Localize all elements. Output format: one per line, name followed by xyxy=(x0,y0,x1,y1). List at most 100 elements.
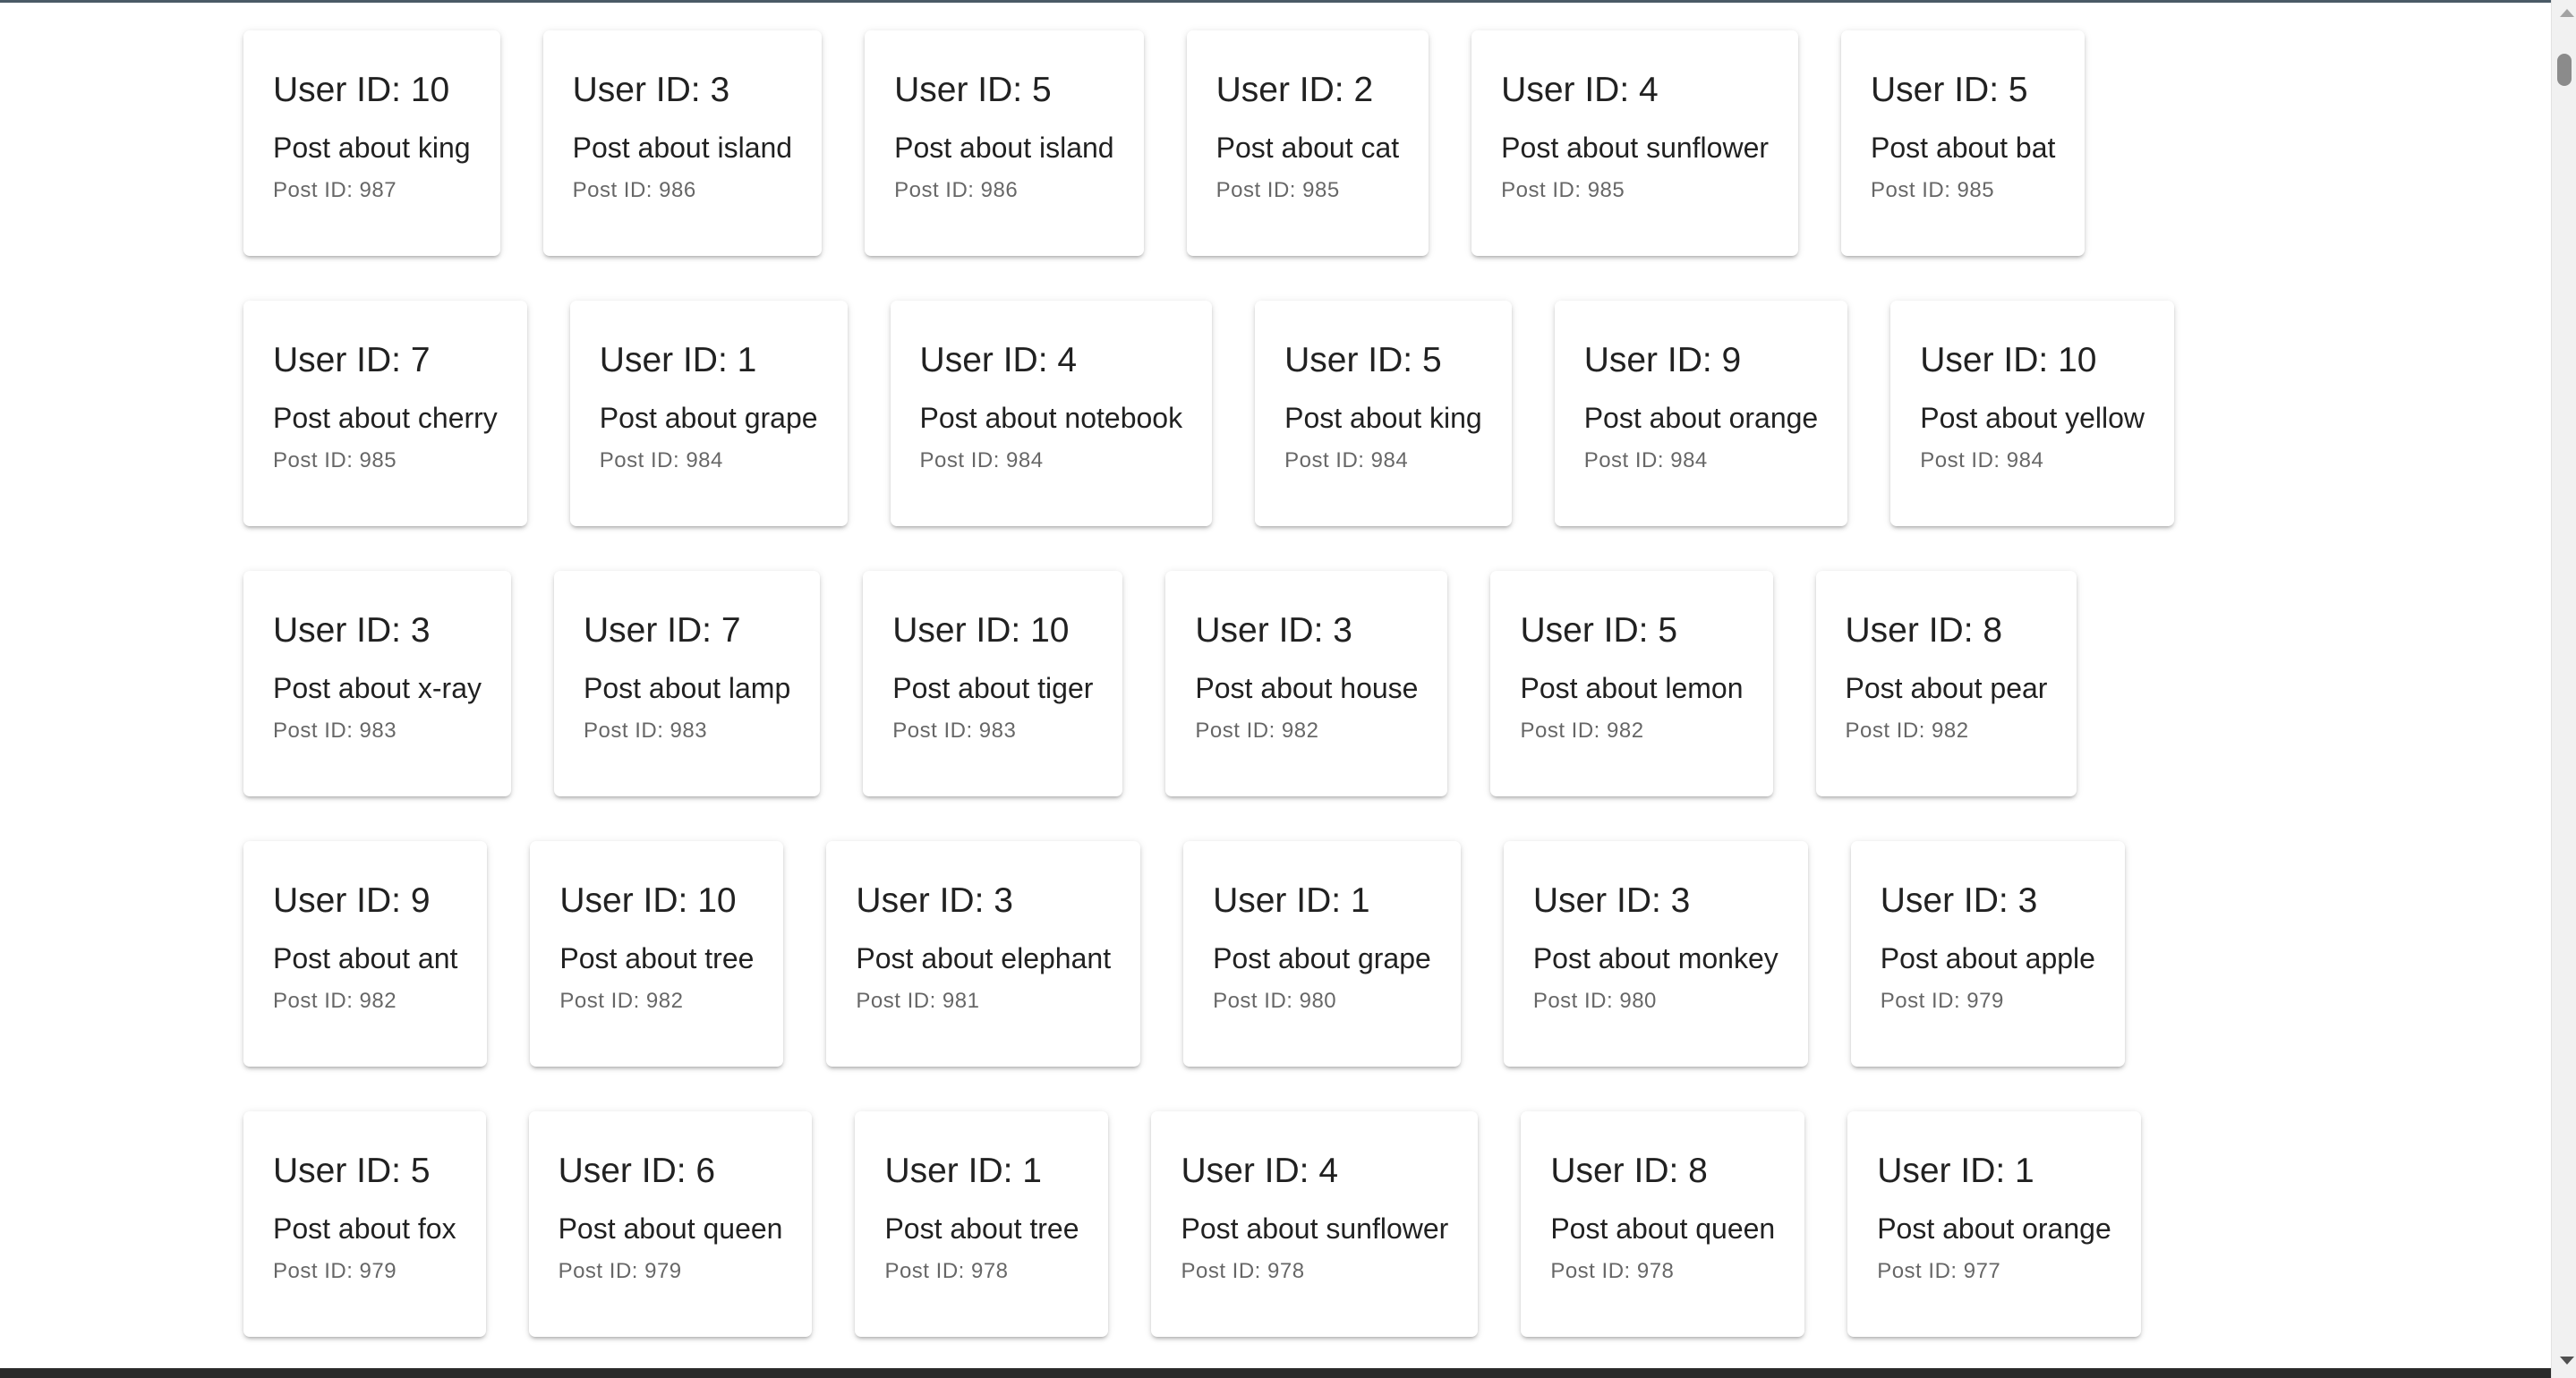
post-title: Post about cherry xyxy=(273,402,498,434)
post-card: User ID: 3 Post about monkey Post ID: 980 xyxy=(1503,841,1808,1067)
post-title: Post about sunflower xyxy=(1181,1212,1449,1245)
post-title: Post about notebook xyxy=(919,402,1183,434)
post-id: Post ID: 978 xyxy=(1181,1259,1305,1283)
post-card: User ID: 1 Post about grape Post ID: 980 xyxy=(1183,841,1461,1067)
post-card: User ID: 3 Post about x-ray Post ID: 983 xyxy=(243,571,511,796)
post-user-id: User ID: 5 xyxy=(273,1152,431,1190)
window-bottom-border xyxy=(0,1368,2551,1378)
post-card: User ID: 6 Post about queen Post ID: 979 xyxy=(528,1111,813,1337)
post-id: Post ID: 983 xyxy=(892,719,1017,743)
post-card: User ID: 4 Post about sunflower Post ID: 9… xyxy=(1151,1111,1479,1337)
post-id: Post ID: 983 xyxy=(273,719,397,743)
posts-feed: User ID: 3Post about treePost ID: 988Use… xyxy=(243,0,2481,1368)
post-id: Post ID: 985 xyxy=(1501,178,1625,202)
post-id: Post ID: 986 xyxy=(572,178,696,202)
post-card: User ID: 10 Post about tree Post ID: 982 xyxy=(530,841,784,1067)
arrow-up-icon[interactable] xyxy=(2560,9,2574,17)
post-card: User ID: 10 Post about tiger Post ID: 983 xyxy=(863,571,1123,796)
post-title: Post about tree xyxy=(559,942,755,974)
post-card: User ID: 10 Post about king Post ID: 987 xyxy=(243,30,500,256)
post-title: Post about king xyxy=(273,132,471,164)
posts-page: User ID: 3Post about treePost ID: 988Use… xyxy=(0,0,2551,1368)
post-user-id: User ID: 4 xyxy=(919,341,1078,379)
post-id: Post ID: 978 xyxy=(1550,1259,1675,1283)
post-title: Post about orange xyxy=(1877,1212,2111,1245)
post-title: Post about orange xyxy=(1583,402,1819,434)
post-user-id: User ID: 3 xyxy=(1532,881,1691,920)
post-title: Post about elephant xyxy=(856,942,1112,974)
post-title: Post about pear xyxy=(1845,672,2048,704)
post-card: User ID: 5 Post about lemon Post ID: 982 xyxy=(1490,571,1773,796)
post-user-id: User ID: 8 xyxy=(1550,1152,1708,1190)
post-title: Post about island xyxy=(894,132,1114,164)
post-title: Post about tiger xyxy=(892,672,1094,704)
post-user-id: User ID: 9 xyxy=(1583,341,1742,379)
post-card: User ID: 9 Post about ant Post ID: 982 xyxy=(243,841,488,1067)
post-title: Post about grape xyxy=(1213,942,1431,974)
post-title: Post about sunflower xyxy=(1501,132,1770,164)
post-card: User ID: 5 Post about king Post ID: 984 xyxy=(1255,301,1512,526)
post-title: Post about apple xyxy=(1880,942,2095,974)
post-card: User ID: 1 Post about orange Post ID: 977 xyxy=(1847,1111,2141,1337)
post-card-row: User ID: 7 Post about cherry Post ID: 985 U… xyxy=(243,301,2481,526)
post-user-id: User ID: 10 xyxy=(273,71,450,109)
post-card-row: User ID: 9 Post about ant Post ID: 982 User… xyxy=(243,841,2481,1067)
post-card: User ID: 8 Post about queen Post ID: 978 xyxy=(1521,1111,1805,1337)
post-id: Post ID: 984 xyxy=(1920,448,2044,472)
post-title: Post about fox xyxy=(273,1212,456,1245)
post-card: User ID: 4 Post about notebook Post ID: 98… xyxy=(890,301,1213,526)
post-title: Post about x-ray xyxy=(273,672,482,704)
post-id: Post ID: 981 xyxy=(856,989,980,1013)
post-user-id: User ID: 1 xyxy=(884,1152,1042,1190)
post-user-id: User ID: 4 xyxy=(1181,1152,1339,1190)
post-card: User ID: 4 Post about sunflower Post ID: 9… xyxy=(1471,30,1799,256)
post-user-id: User ID: 1 xyxy=(599,341,757,379)
post-card: User ID: 7 Post about cherry Post ID: 985 xyxy=(243,301,527,526)
post-id: Post ID: 977 xyxy=(1877,1259,2001,1283)
post-card: User ID: 5 Post about fox Post ID: 979 xyxy=(243,1111,486,1337)
post-title: Post about king xyxy=(1284,402,1482,434)
post-id: Post ID: 984 xyxy=(1583,448,1708,472)
post-card: User ID: 5 Post about bat Post ID: 985 xyxy=(1841,30,2086,256)
post-card: User ID: 7 Post about lamp Post ID: 983 xyxy=(554,571,821,796)
post-card: User ID: 5 Post about island Post ID: 986 xyxy=(865,30,1144,256)
post-user-id: User ID: 2 xyxy=(1215,71,1374,109)
post-id: Post ID: 982 xyxy=(559,989,684,1013)
vertical-scrollbar[interactable] xyxy=(2551,0,2576,1378)
post-user-id: User ID: 10 xyxy=(1920,341,2097,379)
scrollbar-thumb[interactable] xyxy=(2557,54,2572,86)
arrow-down-icon[interactable] xyxy=(2560,1357,2574,1365)
post-id: Post ID: 985 xyxy=(273,448,397,472)
post-card: User ID: 8 Post about pear Post ID: 982 xyxy=(1815,571,2077,796)
post-user-id: User ID: 1 xyxy=(1877,1152,2034,1190)
post-card: User ID: 3 Post about elephant Post ID: 98… xyxy=(826,841,1141,1067)
post-user-id: User ID: 10 xyxy=(559,881,737,920)
post-id: Post ID: 979 xyxy=(1880,989,2004,1013)
post-id: Post ID: 979 xyxy=(273,1259,397,1283)
post-title: Post about lemon xyxy=(1520,672,1744,704)
post-id: Post ID: 986 xyxy=(894,178,1019,202)
post-user-id: User ID: 9 xyxy=(273,881,431,920)
post-user-id: User ID: 7 xyxy=(273,341,431,379)
post-id: Post ID: 984 xyxy=(599,448,723,472)
post-card: User ID: 2 Post about cat Post ID: 985 xyxy=(1186,30,1429,256)
post-card-row: User ID: 5 Post about fox Post ID: 979 User… xyxy=(243,1111,2481,1337)
post-user-id: User ID: 5 xyxy=(894,71,1052,109)
post-title: Post about ant xyxy=(273,942,458,974)
post-title: Post about house xyxy=(1195,672,1419,704)
post-card: User ID: 3 Post about apple Post ID: 979 xyxy=(1850,841,2125,1067)
post-card: User ID: 3 Post about house Post ID: 982 xyxy=(1165,571,1448,796)
post-id: Post ID: 983 xyxy=(584,719,708,743)
post-user-id: User ID: 6 xyxy=(558,1152,716,1190)
post-user-id: User ID: 3 xyxy=(856,881,1013,920)
post-id: Post ID: 982 xyxy=(1845,719,1969,743)
post-id: Post ID: 985 xyxy=(1215,178,1340,202)
post-title: Post about lamp xyxy=(584,672,791,704)
post-user-id: User ID: 3 xyxy=(1880,881,2038,920)
post-id: Post ID: 985 xyxy=(1871,178,1995,202)
post-card-row: User ID: 3 Post about x-ray Post ID: 983 Us… xyxy=(243,571,2481,796)
post-user-id: User ID: 4 xyxy=(1501,71,1659,109)
post-card-row: User ID: 10 Post about king Post ID: 987 Us… xyxy=(243,30,2481,256)
post-id: Post ID: 979 xyxy=(558,1259,682,1283)
post-title: Post about tree xyxy=(884,1212,1079,1245)
